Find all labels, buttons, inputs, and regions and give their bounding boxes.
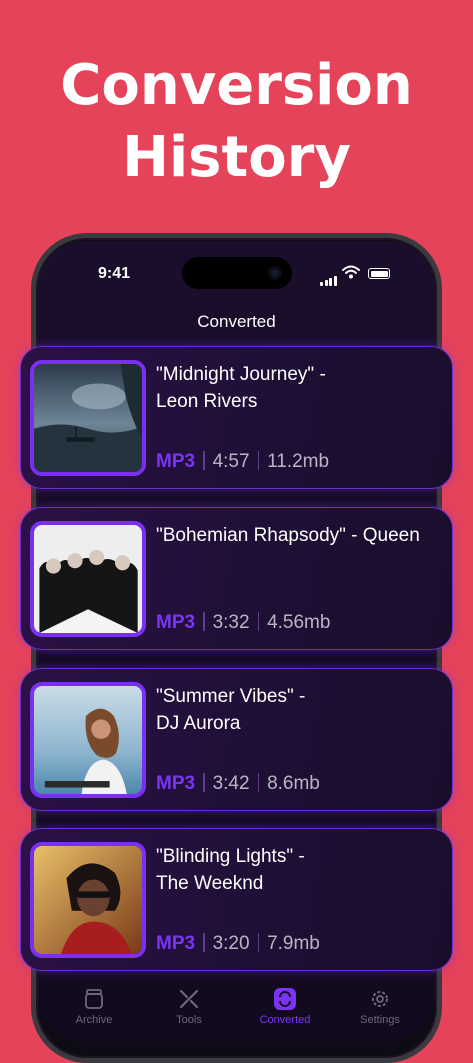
- track-title: "Blinding Lights" - The Weeknd: [156, 843, 446, 897]
- track-title-line-2: DJ Aurora: [156, 713, 241, 734]
- dj-on-beach-image: [30, 682, 146, 798]
- file-size-label: 8.6mb: [267, 773, 320, 794]
- tab-tools[interactable]: Tools: [149, 987, 229, 1026]
- format-label: MP3: [156, 451, 196, 472]
- battery-icon: [368, 268, 390, 279]
- weeknd-portrait-image: [30, 842, 146, 958]
- tab-converted[interactable]: Converted: [245, 987, 325, 1026]
- convert-icon: [274, 988, 296, 1010]
- status-time: 9:41: [98, 265, 131, 282]
- track-meta: MP3 3:42 8.6mb: [156, 773, 320, 795]
- track-title: "Bohemian Rhapsody" - Queen: [156, 522, 446, 549]
- tab-settings[interactable]: Settings: [340, 987, 420, 1026]
- track-title-line-1: "Summer Vibes" -: [156, 686, 306, 707]
- duration-label: 4:57: [212, 451, 250, 472]
- tab-archive[interactable]: Archive: [54, 987, 134, 1026]
- file-size-label: 4.56mb: [267, 612, 331, 633]
- track-title: "Midnight Journey" - Leon Rivers: [156, 361, 446, 415]
- nav-title: Converted: [197, 312, 276, 331]
- headline-line-2: History: [122, 125, 351, 190]
- dynamic-island: [182, 257, 292, 289]
- history-item[interactable]: "Summer Vibes" - DJ Aurora MP3 3:42 8.6mb: [20, 668, 453, 811]
- duration-label: 3:42: [212, 773, 250, 794]
- track-title-line-1: "Bohemian Rhapsody" - Queen: [156, 525, 420, 546]
- track-meta: MP3 3:20 7.9mb: [156, 933, 320, 955]
- gear-icon: [372, 991, 388, 1007]
- track-title: "Summer Vibes" - DJ Aurora: [156, 683, 446, 737]
- cellular-signal-icon: [320, 268, 338, 286]
- duration-label: 3:32: [212, 612, 250, 633]
- format-label: MP3: [156, 773, 196, 794]
- file-size-label: 7.9mb: [267, 933, 320, 954]
- track-title-line-2: The Weeknd: [156, 873, 264, 894]
- tab-bar: Archive Tools Converted Settings: [38, 979, 435, 1041]
- file-size-label: 11.2mb: [267, 451, 330, 472]
- headline-line-1: Conversion: [60, 53, 413, 118]
- duration-label: 3:20: [212, 933, 250, 954]
- tab-settings-label: Settings: [360, 1014, 400, 1026]
- track-title-line-1: "Midnight Journey" -: [156, 364, 326, 385]
- track-meta: MP3 3:32 4.56mb: [156, 612, 330, 634]
- track-meta: MP3 4:57 11.2mb: [156, 451, 329, 473]
- tab-tools-label: Tools: [176, 1014, 202, 1026]
- promo-headline: Conversion History: [0, 50, 473, 194]
- format-label: MP3: [156, 612, 196, 633]
- jar-icon: [85, 989, 103, 1009]
- history-item[interactable]: "Blinding Lights" - The Weeknd MP3 3:20 7.…: [20, 828, 453, 971]
- history-item[interactable]: "Bohemian Rhapsody" - Queen MP3 3:32 4.56m…: [20, 507, 453, 650]
- tab-archive-label: Archive: [75, 1014, 113, 1026]
- queen-album-cover-image: [30, 521, 146, 637]
- night-lake-boat-image: [30, 360, 146, 476]
- history-item[interactable]: "Midnight Journey" - Leon Rivers MP3 4:57…: [20, 346, 453, 489]
- format-label: MP3: [156, 933, 196, 954]
- track-title-line-2: Leon Rivers: [156, 391, 258, 412]
- tools-icon: [179, 989, 199, 1009]
- status-bar: 9:41: [38, 241, 435, 301]
- wifi-icon: [342, 265, 360, 279]
- camera-icon: [268, 266, 282, 280]
- track-title-line-1: "Blinding Lights" -: [156, 846, 305, 867]
- tab-converted-label: Converted: [259, 1014, 311, 1026]
